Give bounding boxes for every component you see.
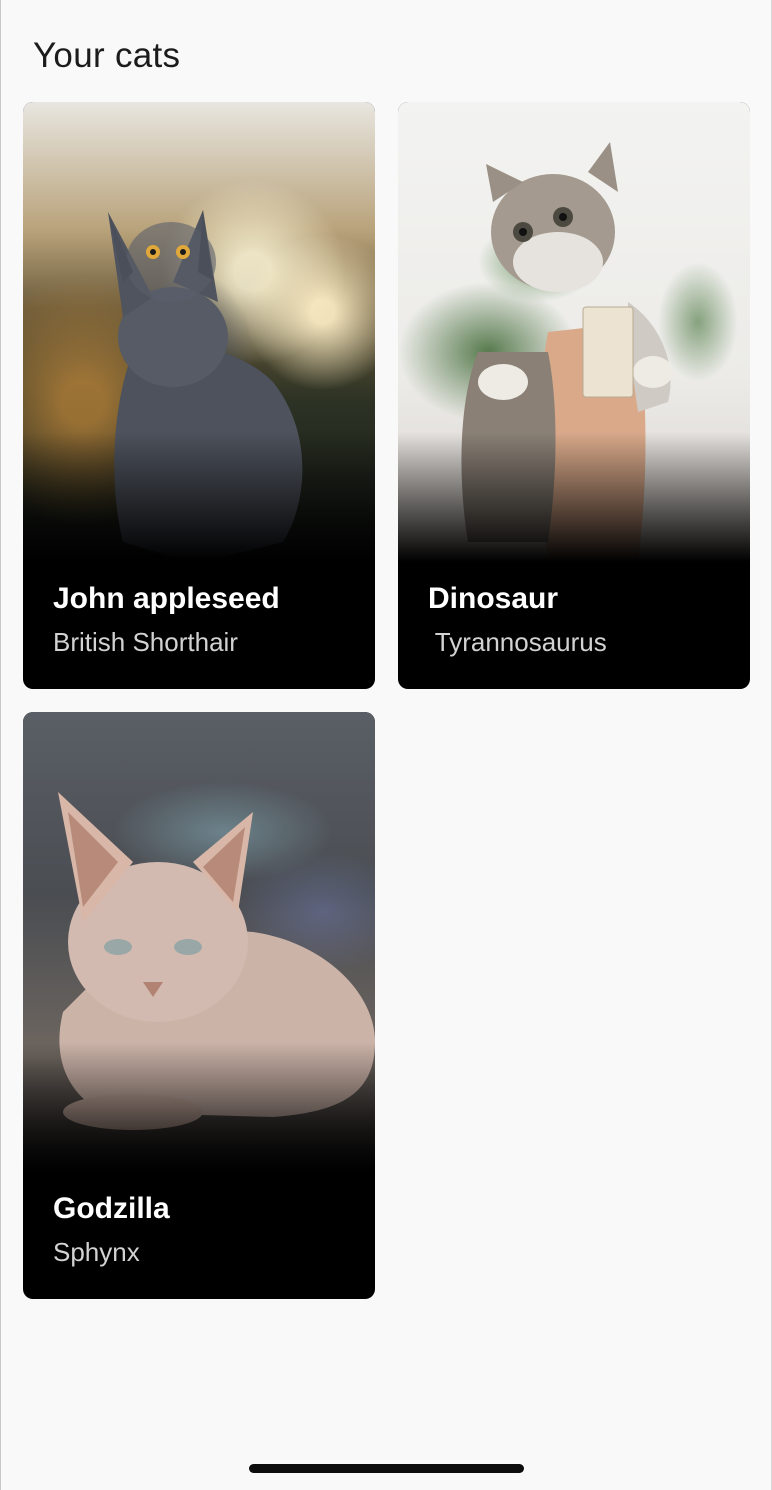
home-indicator[interactable] bbox=[249, 1464, 524, 1473]
cat-photo bbox=[23, 712, 375, 1172]
cat-breed: Sphynx bbox=[53, 1237, 140, 1267]
cat-card-dinosaur[interactable]: Dinosaur Tyrannosaurus bbox=[398, 102, 750, 689]
cat-name: Dinosaur bbox=[428, 582, 559, 615]
cat-card-godzilla[interactable]: Godzilla Sphynx bbox=[23, 712, 375, 1299]
cat-card-john[interactable]: John appleseed British Shorthair bbox=[23, 102, 375, 689]
gray-cat-image bbox=[108, 210, 303, 557]
page-title: Your cats bbox=[33, 36, 181, 75]
cat-photo bbox=[23, 102, 375, 562]
sphynx-cat-image bbox=[58, 792, 375, 1130]
cats-screen: Your cats John appleseed British Shortha… bbox=[0, 0, 772, 1490]
tabby-kitten-image bbox=[461, 142, 673, 562]
cat-name: John appleseed bbox=[53, 582, 280, 615]
cat-photo bbox=[398, 102, 750, 562]
cat-name: Godzilla bbox=[53, 1192, 170, 1225]
cat-breed: British Shorthair bbox=[53, 627, 238, 657]
cat-breed: Tyrannosaurus bbox=[428, 627, 607, 657]
screen-edge-left bbox=[0, 0, 1, 1490]
